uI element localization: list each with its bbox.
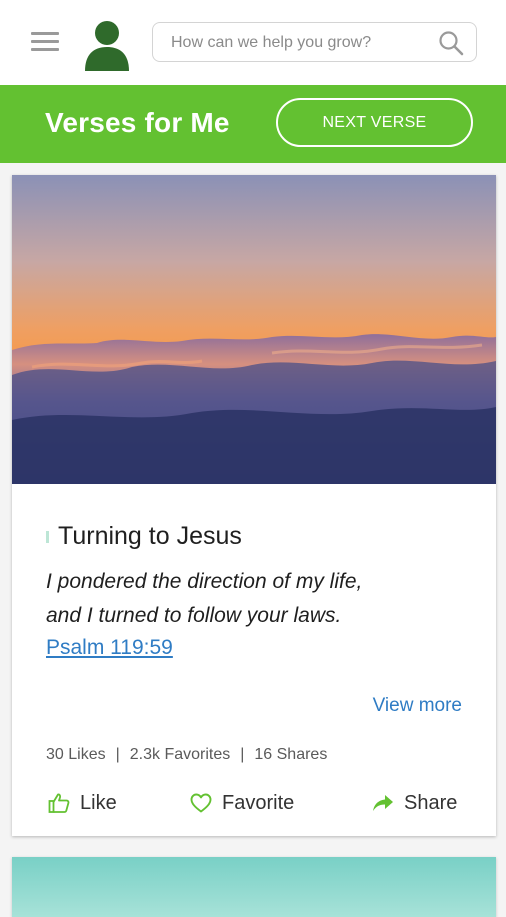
title-accent [46,531,49,543]
verse-line-1: I pondered the direction of my life, [46,570,363,593]
top-bar [0,0,506,86]
favorites-count: 2.3k Favorites [129,746,231,763]
favorite-label: Favorite [222,791,295,814]
sunset-clouds-image [12,175,496,484]
like-label: Like [80,791,117,814]
verse-card: Turning to Jesus I pondered the directio… [12,175,496,836]
stats-separator: | [240,746,245,763]
verse-line-2: and I turned to follow your laws. [46,604,342,627]
share-label: Share [404,791,458,814]
search-icon[interactable] [438,30,464,56]
like-button[interactable]: Like [48,789,117,817]
search-box[interactable] [152,22,477,63]
share-arrow-icon [373,795,393,811]
search-input[interactable] [169,23,428,63]
heart-icon [190,793,212,813]
verse-text: I pondered the direction of my life, and… [46,565,466,633]
share-button[interactable]: Share [372,789,457,817]
shares-count: 16 Shares [254,746,328,763]
page-title: Verses for Me [45,107,230,138]
favorite-button[interactable]: Favorite [190,789,294,817]
view-more-link[interactable]: View more [373,695,462,717]
verse-reference-link[interactable]: Psalm 119:59 [46,636,173,660]
thumbs-up-icon [48,793,70,813]
engagement-stats: 30 Likes | 2.3k Favorites | 16 Shares [46,746,327,764]
menu-icon[interactable] [31,32,59,52]
stats-separator: | [115,746,120,763]
verse-title: Turning to Jesus [58,522,242,550]
next-verse-button[interactable]: NEXT VERSE [276,98,473,147]
next-verse-card-preview[interactable] [12,857,496,917]
likes-count: 30 Likes [46,746,106,763]
verses-banner: Verses for Me NEXT VERSE [0,85,506,163]
user-avatar-icon[interactable] [83,19,131,71]
